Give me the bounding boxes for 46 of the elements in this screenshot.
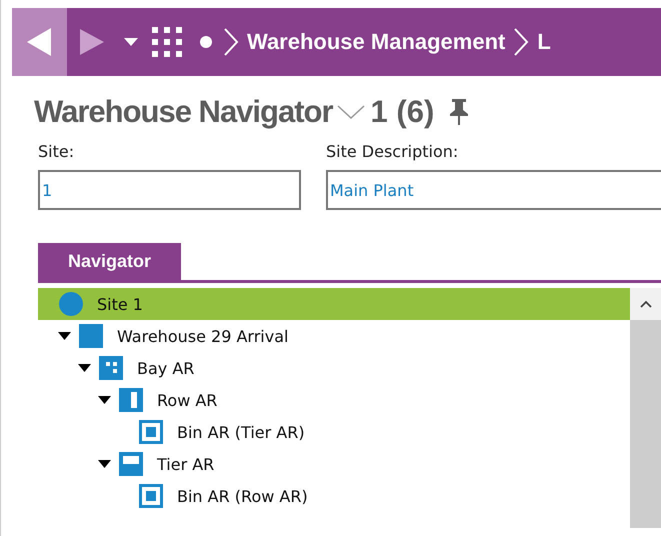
breadcrumb-link[interactable]: L bbox=[537, 29, 551, 55]
dot-icon bbox=[200, 36, 212, 48]
record-count: 1 (6) bbox=[370, 94, 434, 130]
chevron-icon bbox=[513, 28, 530, 56]
tree-item-label: Bin AR (Row AR) bbox=[177, 486, 308, 506]
grid-icon bbox=[99, 356, 123, 380]
tree-item-label: Warehouse 29 Arrival bbox=[117, 326, 288, 346]
grid-icon bbox=[152, 27, 182, 57]
page-title: Warehouse Navigator bbox=[34, 94, 333, 130]
layer-icon bbox=[119, 452, 143, 476]
tree-item[interactable]: Row AR bbox=[38, 384, 630, 416]
caret-down-icon[interactable] bbox=[98, 396, 111, 404]
caret-down-icon bbox=[124, 38, 138, 46]
chevron-up-icon[interactable] bbox=[640, 300, 652, 308]
forward-icon bbox=[80, 29, 104, 55]
chevron-icon bbox=[223, 28, 239, 56]
tree-item[interactable]: Warehouse 29 Arrival bbox=[38, 320, 630, 352]
bin-icon bbox=[139, 420, 163, 444]
breadcrumb-link[interactable]: Warehouse Management bbox=[247, 29, 506, 55]
chevron-down-icon[interactable] bbox=[336, 104, 365, 120]
caret-down-icon[interactable] bbox=[98, 460, 111, 468]
tree-item[interactable]: Bay AR bbox=[38, 352, 630, 384]
column-icon bbox=[119, 388, 143, 412]
tree-item-label: Site 1 bbox=[97, 294, 143, 314]
back-icon bbox=[26, 28, 52, 56]
text-field[interactable]: 1 bbox=[38, 170, 301, 210]
tree-item-label: Tier AR bbox=[157, 454, 214, 474]
field-label: Site: bbox=[38, 142, 76, 161]
tree-item[interactable]: Bin AR (Tier AR) bbox=[38, 416, 630, 448]
tree-item-label: Bin AR (Tier AR) bbox=[177, 422, 305, 442]
tree-item-selected[interactable]: Site 1 bbox=[38, 288, 630, 320]
tree-item[interactable]: Tier AR bbox=[38, 448, 630, 480]
caret-down-icon[interactable] bbox=[58, 332, 71, 340]
caret-down-icon[interactable] bbox=[78, 364, 91, 372]
text-field[interactable]: Main Plant bbox=[326, 170, 661, 210]
circle-icon bbox=[59, 292, 83, 316]
tab[interactable]: Navigator bbox=[38, 243, 181, 280]
bin-icon bbox=[139, 484, 163, 508]
tree-item[interactable]: Bin AR (Row AR) bbox=[38, 480, 630, 512]
tree-item-label: Row AR bbox=[157, 390, 218, 410]
pin-icon[interactable] bbox=[448, 99, 470, 125]
field-label: Site Description: bbox=[326, 142, 460, 161]
tree-item-label: Bay AR bbox=[137, 358, 194, 378]
back-button[interactable] bbox=[12, 8, 67, 76]
square-icon bbox=[79, 324, 103, 348]
scrollbar[interactable] bbox=[630, 288, 661, 528]
